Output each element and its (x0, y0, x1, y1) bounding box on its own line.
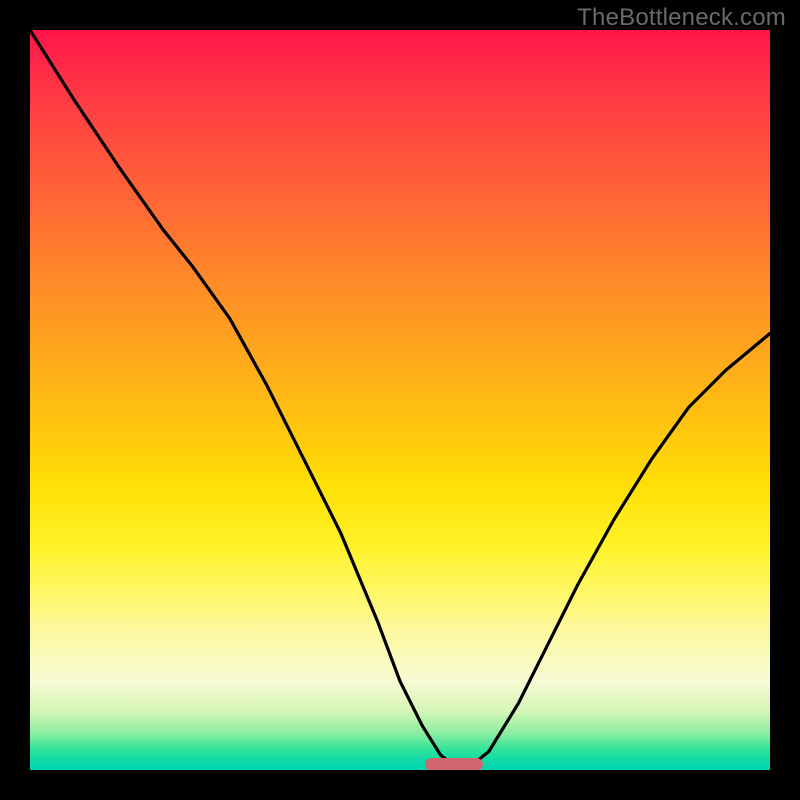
chart-frame: TheBottleneck.com (0, 0, 800, 800)
plot-area (30, 30, 770, 770)
curve-path (30, 30, 770, 766)
bottleneck-curve (30, 30, 770, 770)
optimal-marker (425, 758, 483, 770)
watermark-text: TheBottleneck.com (577, 4, 786, 32)
